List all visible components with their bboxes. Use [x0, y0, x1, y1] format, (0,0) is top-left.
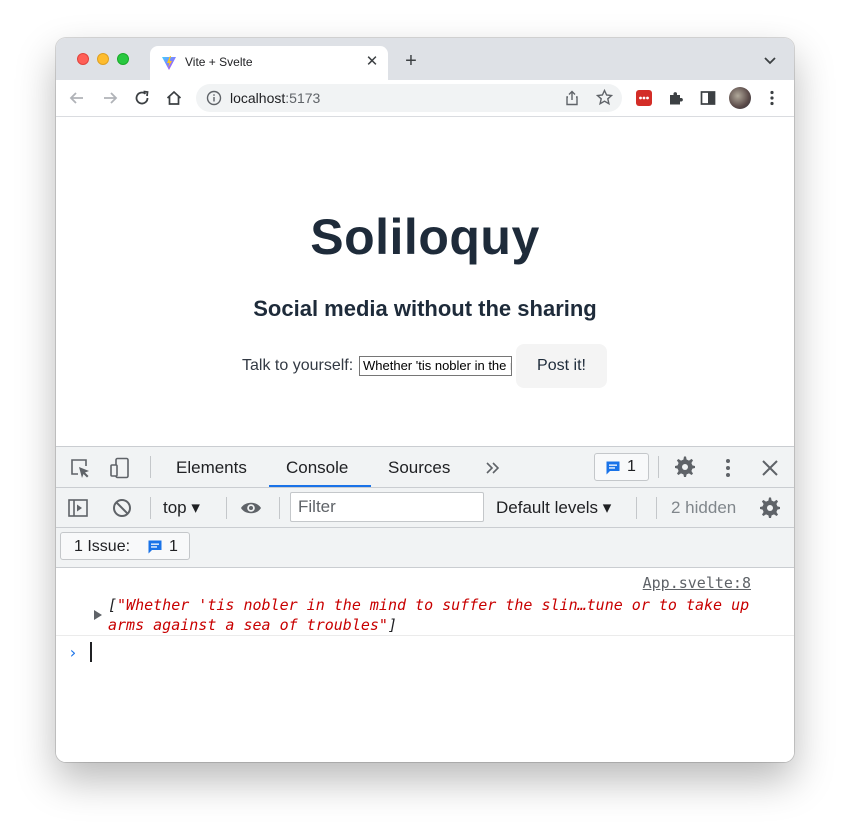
- toolbar-divider: [150, 456, 151, 478]
- kebab-menu-icon[interactable]: [763, 89, 781, 107]
- toolbar-divider: [656, 497, 657, 519]
- bookmark-star-icon[interactable]: [596, 89, 613, 106]
- toolbar-divider: [636, 497, 637, 519]
- issues-counter-button[interactable]: 1: [594, 453, 649, 481]
- issues-label: 1 Issue:: [74, 538, 131, 555]
- settings-gear-icon[interactable]: [674, 456, 696, 478]
- vite-icon: [162, 56, 176, 70]
- console-message: App.svelte:8 ["Whether 'tis nobler in th…: [56, 568, 794, 636]
- text-caret: [90, 642, 92, 662]
- new-tab-button[interactable]: +: [400, 50, 422, 72]
- tab-close-icon[interactable]: ✕: [362, 52, 382, 72]
- toolbar-divider: [658, 456, 659, 478]
- browser-toolbar: localhost:5173: [56, 80, 794, 117]
- tab-title: Vite + Svelte: [185, 55, 253, 69]
- input-label: Talk to yourself:: [242, 357, 354, 374]
- tab-sources[interactable]: Sources: [388, 458, 450, 478]
- chevron-down-icon[interactable]: [762, 52, 778, 68]
- source-link[interactable]: App.svelte:8: [643, 574, 751, 592]
- console-array-preview[interactable]: ["Whether 'tis nobler in the mind to suf…: [108, 595, 758, 635]
- console-filter-input[interactable]: Filter: [290, 492, 484, 522]
- devtools-tab-bar: Elements Console Sources 1: [56, 447, 794, 488]
- close-window-button[interactable]: [77, 53, 89, 65]
- active-tab-indicator: [269, 485, 371, 487]
- tab-elements[interactable]: Elements: [176, 458, 247, 478]
- issues-count: 1: [627, 458, 636, 475]
- url-text: localhost:5173: [230, 90, 321, 106]
- devtools-menu-icon[interactable]: [717, 457, 739, 479]
- page-subtitle: Social media without the sharing: [253, 296, 597, 321]
- minimize-window-button[interactable]: [97, 53, 109, 65]
- close-devtools-icon[interactable]: [759, 457, 781, 479]
- message-icon: [606, 461, 620, 475]
- browser-tab[interactable]: Vite + Svelte ✕: [150, 46, 388, 80]
- post-button[interactable]: Post it!: [516, 344, 607, 388]
- home-icon[interactable]: [165, 89, 183, 107]
- zoom-window-button[interactable]: [117, 53, 129, 65]
- hidden-messages-count: 2 hidden: [671, 498, 737, 517]
- soliloquy-input[interactable]: Whether 'tis nobler in the mind to suffe…: [359, 356, 512, 376]
- toolbar-divider: [150, 497, 151, 519]
- show-sidebar-icon[interactable]: [67, 497, 89, 519]
- context-selector[interactable]: top ▾: [163, 498, 200, 518]
- page-viewport: Soliloquy Social media without the shari…: [56, 118, 794, 446]
- more-tabs-chevron-icon[interactable]: [482, 457, 504, 479]
- info-icon[interactable]: [206, 90, 222, 106]
- expand-triangle-icon[interactable]: [94, 610, 102, 620]
- share-icon[interactable]: [564, 90, 580, 106]
- profile-avatar[interactable]: [729, 87, 751, 109]
- inspect-element-icon[interactable]: [69, 457, 91, 479]
- console-settings-gear-icon[interactable]: [759, 497, 781, 519]
- device-toolbar-icon[interactable]: [109, 457, 131, 479]
- browser-window: Vite + Svelte ✕ + localhost:5173 Soliloq…: [56, 38, 794, 762]
- devtools-panel: Elements Console Sources 1 top ▾ Filter …: [56, 446, 794, 762]
- log-levels-dropdown[interactable]: Default levels ▾: [496, 498, 611, 518]
- console-prompt[interactable]: ›: [56, 637, 794, 667]
- clear-console-icon[interactable]: [111, 497, 133, 519]
- extension-lastpass-icon[interactable]: [635, 89, 653, 107]
- tab-strip: Vite + Svelte ✕ +: [56, 38, 794, 80]
- tab-console[interactable]: Console: [286, 458, 348, 478]
- message-icon: [148, 540, 162, 554]
- side-panel-icon[interactable]: [699, 89, 717, 107]
- forward-arrow-icon[interactable]: [101, 89, 119, 107]
- reload-icon[interactable]: [133, 89, 151, 107]
- extensions-puzzle-icon[interactable]: [667, 89, 685, 107]
- issues-button[interactable]: 1 Issue: 1: [60, 532, 190, 560]
- console-filter-bar: top ▾ Filter Default levels ▾ 2 hidden: [56, 488, 794, 528]
- page-title: Soliloquy: [310, 209, 540, 265]
- back-arrow-icon[interactable]: [68, 89, 86, 107]
- address-bar[interactable]: localhost:5173: [196, 84, 622, 112]
- issues-chip-count: 1: [169, 538, 178, 555]
- prompt-chevron-icon: ›: [68, 643, 78, 662]
- issues-bar: 1 Issue: 1: [56, 528, 794, 568]
- console-output: App.svelte:8 ["Whether 'tis nobler in th…: [56, 568, 794, 762]
- toolbar-divider: [226, 497, 227, 519]
- toolbar-divider: [279, 497, 280, 519]
- live-expression-eye-icon[interactable]: [240, 497, 262, 519]
